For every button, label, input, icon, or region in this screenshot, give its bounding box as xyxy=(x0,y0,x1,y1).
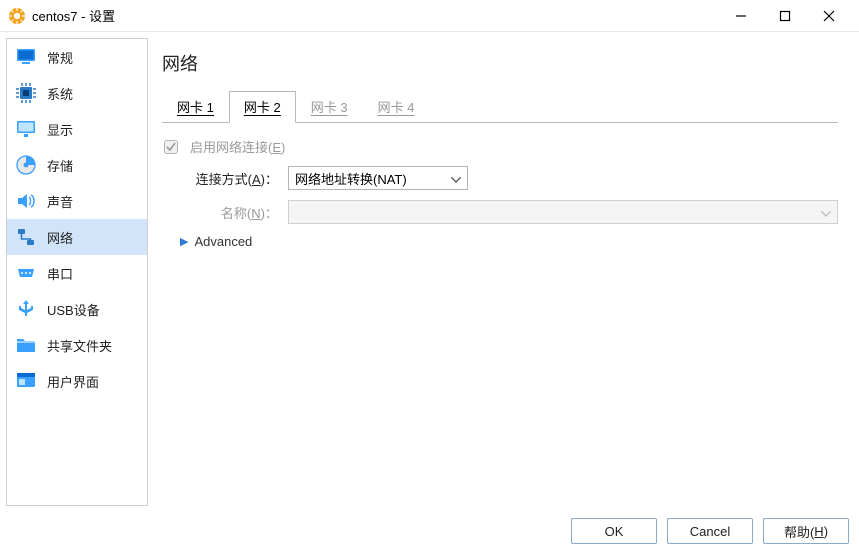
enable-adapter-row: 启用网络连接(E) xyxy=(164,137,838,156)
help-button[interactable]: 帮助(H) xyxy=(763,518,849,544)
titlebar: centos7 - 设置 xyxy=(0,0,859,32)
enable-adapter-checkbox[interactable] xyxy=(164,140,178,154)
enable-adapter-label: 启用网络连接(E) xyxy=(190,137,285,156)
attached-to-label: 连接方式(A)： xyxy=(182,169,282,188)
sidebar-item-serial[interactable]: 串口 xyxy=(7,255,147,291)
sidebar-item-label: 存储 xyxy=(47,156,73,175)
maximize-button[interactable] xyxy=(763,1,807,31)
virtualbox-icon xyxy=(8,7,26,25)
settings-sidebar: 常规 系统 显示 存储 声音 网络 串口 USB设备 xyxy=(6,38,148,506)
tab-adapter-2[interactable]: 网卡 2 xyxy=(229,91,296,123)
sidebar-item-label: 串口 xyxy=(47,264,73,283)
adapter-panel: 启用网络连接(E) 连接方式(A)： 网络地址转换(NAT) 名称(N)： ▶ … xyxy=(162,123,838,249)
usb-icon xyxy=(15,298,37,320)
sidebar-item-usb[interactable]: USB设备 xyxy=(7,291,147,327)
sidebar-item-label: 常规 xyxy=(47,48,73,67)
sidebar-item-audio[interactable]: 声音 xyxy=(7,183,147,219)
sidebar-item-storage[interactable]: 存储 xyxy=(7,147,147,183)
sidebar-item-label: 显示 xyxy=(47,120,73,139)
sidebar-item-display[interactable]: 显示 xyxy=(7,111,147,147)
sidebar-item-label: 共享文件夹 xyxy=(47,336,112,355)
chevron-down-icon xyxy=(451,171,461,186)
triangle-right-icon: ▶ xyxy=(180,235,188,248)
advanced-disclosure[interactable]: ▶ Advanced xyxy=(180,234,838,249)
advanced-label: Advanced xyxy=(194,234,252,249)
tab-adapter-3[interactable]: 网卡 3 xyxy=(296,91,363,123)
adapter-tab-strip: 网卡 1 网卡 2 网卡 3 网卡 4 xyxy=(162,90,838,123)
cancel-button[interactable]: Cancel xyxy=(667,518,753,544)
sidebar-item-label: 系统 xyxy=(47,84,73,103)
disk-icon xyxy=(15,154,37,176)
window-controls xyxy=(719,1,851,31)
window-title: centos7 - 设置 xyxy=(32,6,115,25)
tab-adapter-4[interactable]: 网卡 4 xyxy=(363,91,430,123)
minimize-button[interactable] xyxy=(719,1,763,31)
display-icon xyxy=(15,118,37,140)
sidebar-item-interface[interactable]: 用户界面 xyxy=(7,363,147,399)
chip-icon xyxy=(15,82,37,104)
monitor-icon xyxy=(15,46,37,68)
settings-content: 网络 网卡 1 网卡 2 网卡 3 网卡 4 启用网络连接(E) 连接方式(A)… xyxy=(148,38,853,506)
close-button[interactable] xyxy=(807,1,851,31)
sidebar-item-label: 用户界面 xyxy=(47,372,99,391)
ok-button[interactable]: OK xyxy=(571,518,657,544)
page-title: 网络 xyxy=(162,50,838,76)
serial-port-icon xyxy=(15,262,37,284)
sidebar-item-general[interactable]: 常规 xyxy=(7,39,147,75)
sidebar-item-system[interactable]: 系统 xyxy=(7,75,147,111)
adapter-name-row: 名称(N)： xyxy=(182,200,838,224)
sidebar-item-shared-folders[interactable]: 共享文件夹 xyxy=(7,327,147,363)
sidebar-item-network[interactable]: 网络 xyxy=(7,219,147,255)
network-icon xyxy=(15,226,37,248)
sidebar-item-label: USB设备 xyxy=(47,300,100,319)
ui-icon xyxy=(15,370,37,392)
adapter-name-label: 名称(N)： xyxy=(182,203,282,222)
speaker-icon xyxy=(15,190,37,212)
attached-to-value: 网络地址转换(NAT) xyxy=(295,169,407,188)
tab-adapter-1[interactable]: 网卡 1 xyxy=(162,91,229,123)
attached-to-row: 连接方式(A)： 网络地址转换(NAT) xyxy=(182,166,838,190)
sidebar-item-label: 声音 xyxy=(47,192,73,211)
folder-icon xyxy=(15,334,37,356)
chevron-down-icon xyxy=(821,205,831,220)
dialog-footer: OK Cancel 帮助(H) xyxy=(571,518,849,544)
attached-to-dropdown[interactable]: 网络地址转换(NAT) xyxy=(288,166,468,190)
adapter-name-dropdown xyxy=(288,200,838,224)
sidebar-item-label: 网络 xyxy=(47,228,73,247)
